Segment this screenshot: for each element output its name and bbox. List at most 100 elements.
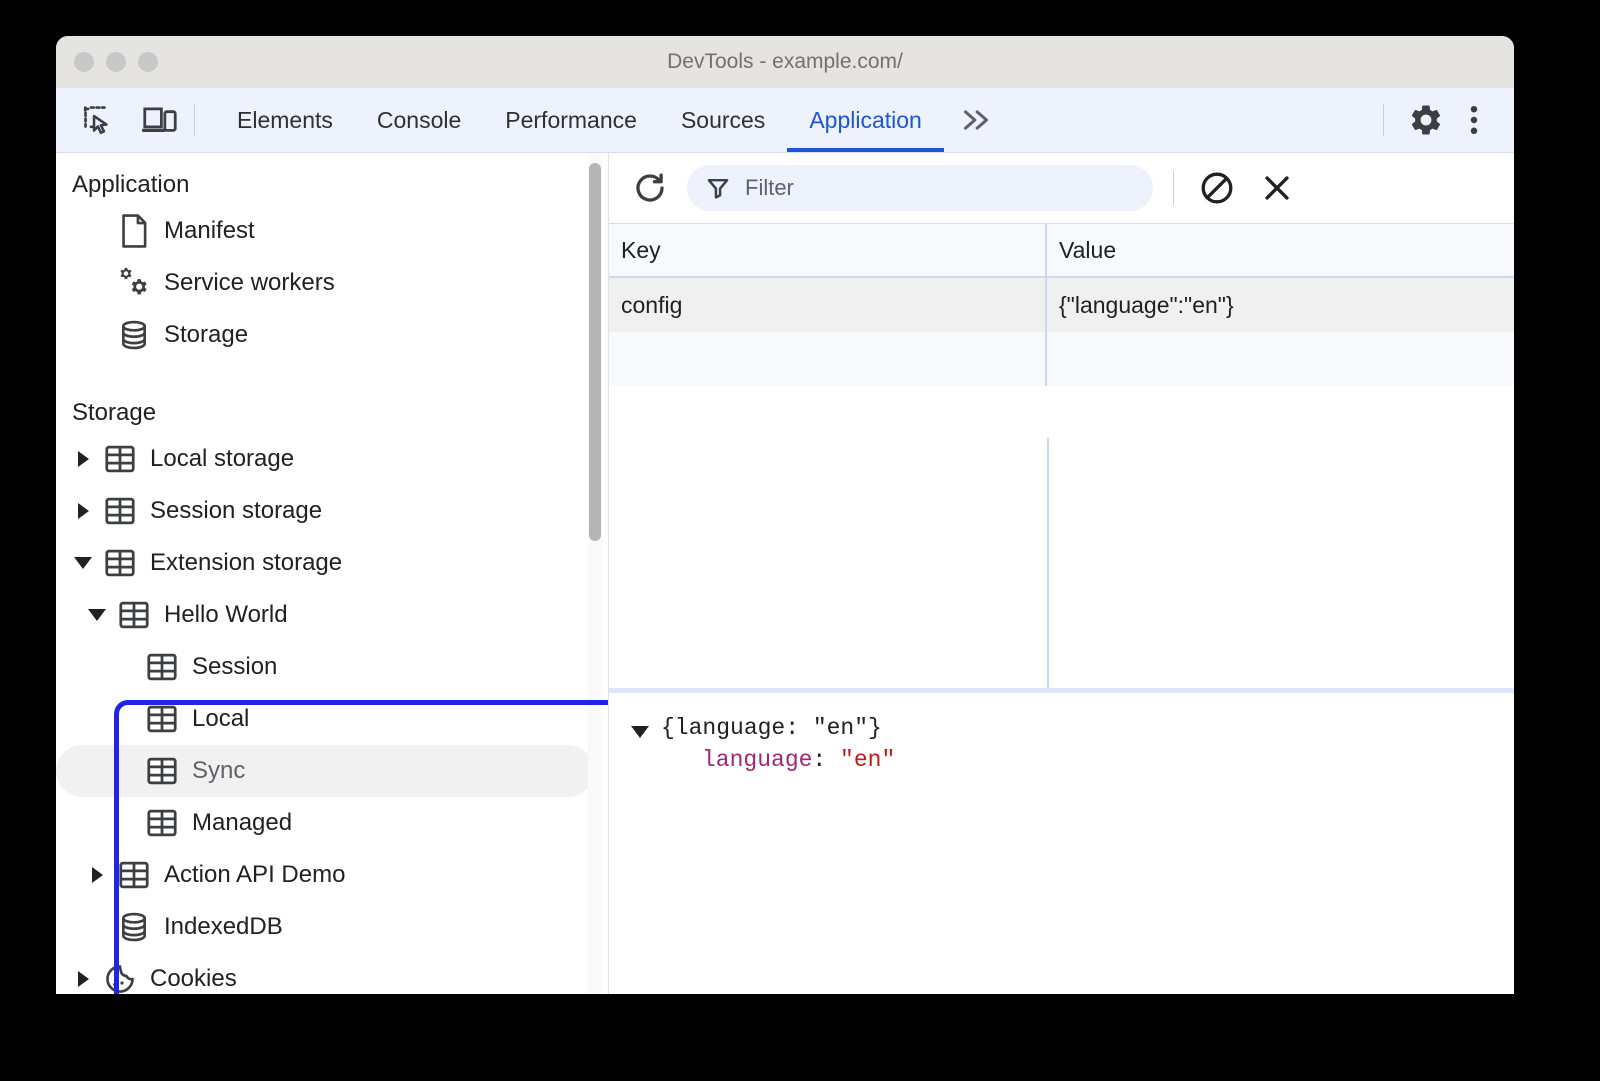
delete-x-icon[interactable]	[1254, 165, 1300, 211]
table-icon	[114, 860, 154, 890]
sidebar-section-application: Application	[56, 165, 608, 205]
sidebar-item-sync[interactable]: Sync	[56, 745, 594, 797]
close-button[interactable]	[74, 52, 94, 72]
sidebar-item-session[interactable]: Session	[56, 641, 594, 693]
table-column-key[interactable]: Key	[609, 224, 1047, 276]
filter-input[interactable]	[743, 174, 1135, 202]
table-icon	[142, 808, 182, 838]
sidebar-item-label: Hello World	[164, 601, 288, 629]
screenshot-root: DevTools - example.com/	[0, 0, 1600, 1081]
chevron-right-icon[interactable]	[66, 451, 100, 467]
value-preview-pane: {language: "en"} language: "en"	[609, 693, 1514, 994]
tabstrip-left-icons	[56, 100, 180, 140]
tabstrip-right-icons	[1369, 100, 1514, 140]
cell-text: {"language":"en"}	[1047, 278, 1514, 332]
sidebar-item-manifest[interactable]: Manifest	[56, 205, 594, 257]
maximize-button[interactable]	[138, 52, 158, 72]
sidebar-item-storage[interactable]: Storage	[56, 309, 594, 361]
table-cell-key[interactable]: config	[609, 278, 1047, 332]
tab-performance[interactable]: Performance	[483, 88, 659, 152]
device-toolbar-icon[interactable]	[140, 100, 180, 140]
preview-property-value: "en"	[840, 747, 895, 773]
sidebar-item-local[interactable]: Local	[56, 693, 594, 745]
table-cell-value[interactable]: {"language":"en"}	[1047, 278, 1514, 332]
sidebar-item-label: Session	[192, 653, 277, 681]
minimize-button[interactable]	[106, 52, 126, 72]
sidebar-item-label: Action API Demo	[164, 861, 345, 889]
sidebar-item-label: Storage	[164, 321, 248, 349]
table-empty-area	[609, 438, 1514, 688]
sidebar-item-service-workers[interactable]: Service workers	[56, 257, 594, 309]
sidebar-item-action-api-demo[interactable]: Action API Demo	[56, 849, 594, 901]
filter-input-container[interactable]	[687, 165, 1153, 211]
sidebar-item-label: Managed	[192, 809, 292, 837]
filter-funnel-icon	[705, 175, 731, 201]
cookie-icon	[100, 963, 140, 994]
sidebar-scrollbar-thumb[interactable]	[589, 163, 601, 541]
table-icon	[142, 704, 182, 734]
clear-all-circle-slash-icon[interactable]	[1194, 165, 1240, 211]
database-icon	[114, 319, 154, 351]
sidebar-item-hello-world[interactable]: Hello World	[56, 589, 594, 641]
column-header-label: Value	[1047, 224, 1514, 276]
sidebar-section-storage: Storage	[56, 393, 608, 433]
tab-console[interactable]: Console	[355, 88, 483, 152]
sidebar-item-local-storage[interactable]: Local storage	[56, 433, 594, 485]
chevron-right-icon[interactable]	[80, 867, 114, 883]
sidebar-item-label: Manifest	[164, 217, 255, 245]
sidebar-item-cookies[interactable]: Cookies	[56, 953, 594, 994]
inspect-element-icon[interactable]	[78, 100, 118, 140]
devtools-window: DevTools - example.com/	[56, 36, 1514, 994]
table-column-value[interactable]: Value	[1047, 224, 1514, 276]
sidebar-item-session-storage[interactable]: Session storage	[56, 485, 594, 537]
sidebar-item-label: Extension storage	[150, 549, 342, 577]
table-icon	[100, 548, 140, 578]
toolbar-divider	[194, 104, 195, 136]
kebab-menu-icon[interactable]	[1454, 100, 1494, 140]
gear-icon[interactable]	[1406, 100, 1446, 140]
chevron-down-icon[interactable]	[66, 557, 100, 569]
traffic-lights	[74, 52, 158, 72]
preview-property-key: language	[702, 747, 812, 773]
table-row-empty[interactable]	[609, 332, 1514, 386]
more-tabs-chevron-icon[interactable]	[944, 88, 1008, 152]
sidebar-item-extension-storage[interactable]: Extension storage	[56, 537, 594, 589]
tab-elements[interactable]: Elements	[215, 88, 355, 152]
table-row[interactable]: config {"language":"en"}	[609, 278, 1514, 332]
sidebar-item-managed[interactable]: Managed	[56, 797, 594, 849]
sidebar-item-label: Session storage	[150, 497, 322, 525]
database-icon	[114, 911, 154, 943]
table-cell-key-empty	[609, 332, 1047, 386]
sidebar-item-label: Service workers	[164, 269, 335, 297]
collapse-triangle-icon[interactable]	[631, 726, 649, 738]
column-header-label: Key	[609, 224, 1045, 276]
toolbar-divider	[1173, 171, 1174, 205]
devtools-tabstrip: Elements Console Performance Sources App…	[56, 88, 1514, 153]
tab-sources[interactable]: Sources	[659, 88, 787, 152]
chevron-right-icon[interactable]	[66, 971, 100, 987]
tab-application[interactable]: Application	[787, 88, 944, 152]
table-icon	[114, 600, 154, 630]
sidebar-item-label: IndexedDB	[164, 913, 283, 941]
chevron-right-icon[interactable]	[66, 503, 100, 519]
table-icon	[142, 652, 182, 682]
sidebar-item-indexeddb[interactable]: IndexedDB	[56, 901, 594, 953]
table-icon	[100, 444, 140, 474]
table-empty-value-column	[1049, 438, 1514, 688]
preview-root-line[interactable]: {language: "en"}	[631, 715, 1514, 741]
cell-text: config	[609, 278, 1045, 332]
sidebar-item-label: Sync	[192, 757, 245, 785]
application-sidebar: Application Manifest	[56, 153, 609, 994]
toolbar-divider-right	[1383, 104, 1384, 136]
preview-property-line: language: "en"	[702, 747, 1514, 773]
refresh-icon[interactable]	[627, 165, 673, 211]
sidebar-scroll-content: Application Manifest	[56, 153, 608, 994]
chevron-down-icon[interactable]	[80, 609, 114, 621]
preview-root-text: {language: "en"}	[661, 715, 882, 741]
preview-property-separator: :	[812, 747, 840, 773]
table-cell-value-empty	[1047, 332, 1514, 386]
window-titlebar: DevTools - example.com/	[56, 36, 1514, 88]
table-icon	[100, 496, 140, 526]
sidebar-spacer	[56, 361, 608, 393]
sidebar-item-label: Cookies	[150, 965, 237, 993]
